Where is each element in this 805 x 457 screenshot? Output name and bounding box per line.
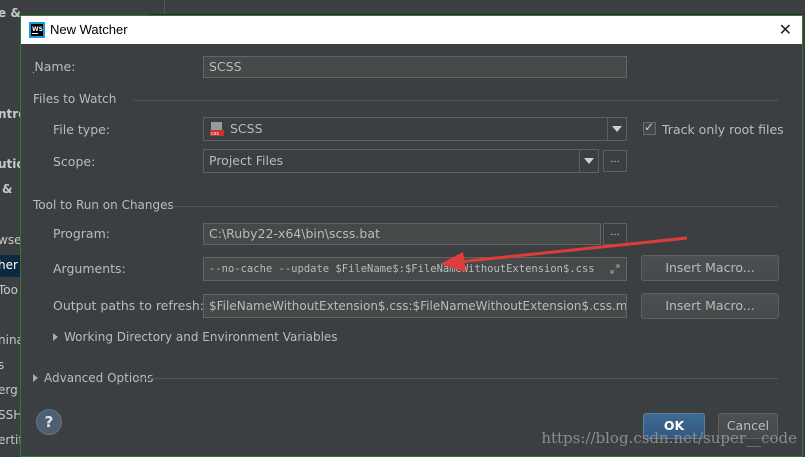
watermark: https://blog.csdn.net/super__code [541, 429, 797, 447]
annotation-arrow [440, 236, 688, 272]
